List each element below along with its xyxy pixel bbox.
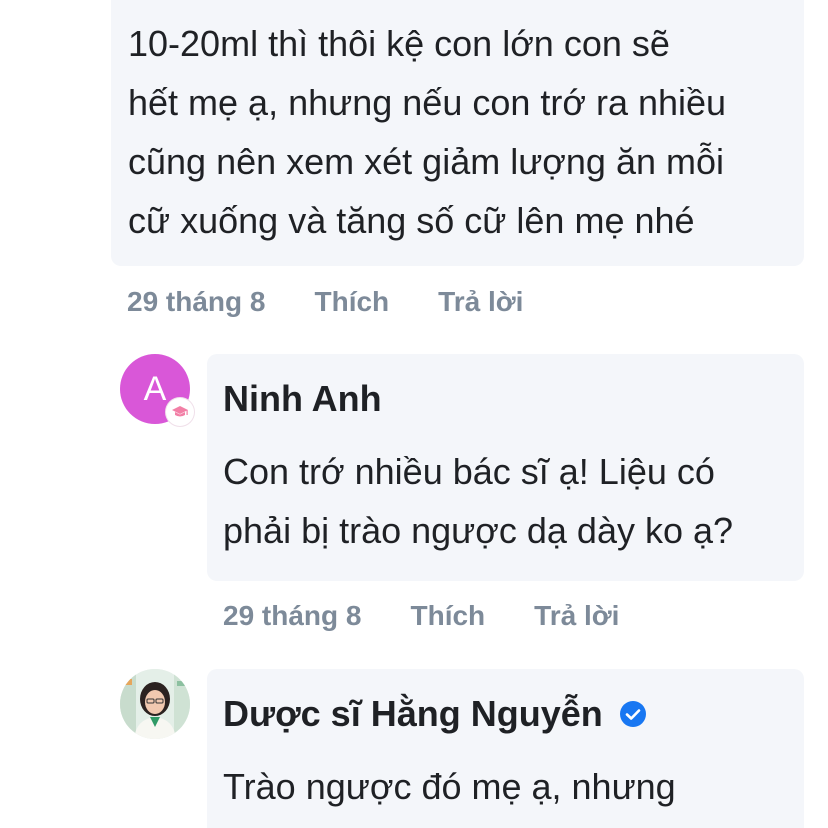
profile-photo-icon — [120, 669, 190, 739]
comment-bubble-hang-nguyen: Dược sĩ Hằng Nguyễn Trào ngược đó mẹ ạ, … — [207, 669, 804, 828]
reply-button[interactable]: Trả lời — [438, 286, 523, 318]
comment-bubble-ninh-anh: Ninh Anh Con trớ nhiều bác sĩ ạ! Liệu có… — [207, 354, 804, 581]
like-button[interactable]: Thích — [314, 286, 389, 318]
reply-button[interactable]: Trả lời — [534, 600, 619, 632]
comment-thread: 10-20ml thì thôi kệ con lớn con sẽ hết m… — [0, 0, 828, 828]
verified-check-icon — [619, 700, 647, 728]
comment-body: Con trớ nhiều bác sĩ ạ! Liệu có phải bị … — [223, 451, 734, 551]
comment-actions: 29 tháng 8 Thích Trả lời — [223, 600, 619, 632]
comment-date: 29 tháng 8 — [127, 286, 266, 317]
author-name-text: Dược sĩ Hằng Nguyễn — [223, 693, 603, 734]
graduation-cap-icon — [166, 398, 194, 426]
comment-bubble-previous: 10-20ml thì thôi kệ con lớn con sẽ hết m… — [111, 0, 804, 266]
avatar[interactable] — [120, 669, 190, 739]
comment-author-name[interactable]: Dược sĩ Hằng Nguyễn — [223, 693, 788, 735]
comment-date: 29 tháng 8 — [223, 600, 362, 631]
comment-author-name[interactable]: Ninh Anh — [223, 378, 788, 420]
avatar[interactable]: A — [120, 354, 194, 426]
comment-body: Trào ngược đó mẹ ạ, nhưng — [223, 766, 676, 807]
comment-body: 10-20ml thì thôi kệ con lớn con sẽ hết m… — [128, 23, 727, 241]
comment-actions: 29 tháng 8 Thích Trả lời — [127, 286, 523, 318]
avatar-letter: A — [143, 369, 167, 408]
like-button[interactable]: Thích — [410, 600, 485, 632]
